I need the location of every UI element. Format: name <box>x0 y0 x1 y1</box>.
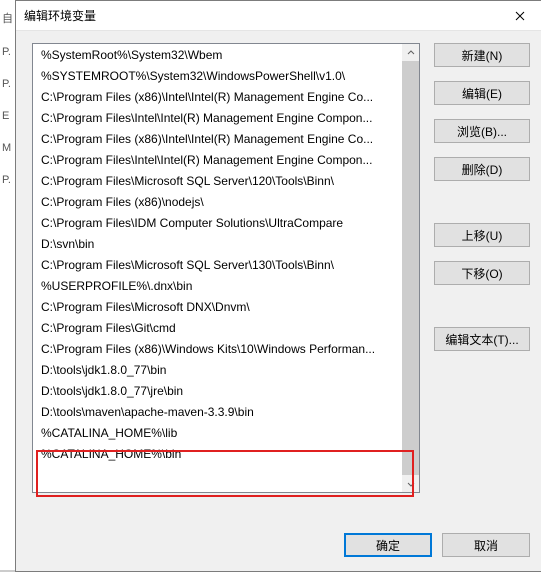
list-item[interactable]: C:\Program Files (x86)\Intel\Intel(R) Ma… <box>33 87 402 108</box>
browse-button[interactable]: 浏览(B)... <box>434 119 530 143</box>
new-button[interactable]: 新建(N) <box>434 43 530 67</box>
dialog-body: %SystemRoot%\System32\Wbem%SYSTEMROOT%\S… <box>16 31 541 543</box>
close-icon <box>515 11 525 21</box>
list-item[interactable]: C:\Program Files\Microsoft DNX\Dnvm\ <box>33 297 402 318</box>
delete-button[interactable]: 删除(D) <box>434 157 530 181</box>
scroll-down-button[interactable] <box>402 475 419 492</box>
scroll-thumb[interactable] <box>402 61 419 475</box>
list-item[interactable]: C:\Program Files\Intel\Intel(R) Manageme… <box>33 150 402 171</box>
list-item[interactable]: C:\Program Files\Microsoft SQL Server\13… <box>33 255 402 276</box>
list-item[interactable]: %SYSTEMROOT%\System32\WindowsPowerShell\… <box>33 66 402 87</box>
list-item[interactable]: C:\Program Files\Intel\Intel(R) Manageme… <box>33 108 402 129</box>
move-up-button[interactable]: 上移(U) <box>434 223 530 247</box>
ok-button[interactable]: 确定 <box>344 533 432 557</box>
edit-text-button[interactable]: 编辑文本(T)... <box>434 327 530 351</box>
list-item[interactable]: C:\Program Files\Microsoft SQL Server\12… <box>33 171 402 192</box>
dialog-window: 编辑环境变量 %SystemRoot%\System32\Wbem%SYSTEM… <box>15 0 541 572</box>
cancel-button[interactable]: 取消 <box>442 533 530 557</box>
list-item[interactable]: D:\tools\maven\apache-maven-3.3.9\bin <box>33 402 402 423</box>
side-buttons: 新建(N) 编辑(E) 浏览(B)... 删除(D) 上移(U) 下移(O) 编… <box>434 43 530 493</box>
chevron-down-icon <box>407 480 415 488</box>
footer: 确定 取消 <box>344 533 530 557</box>
list-item[interactable]: D:\svn\bin <box>33 234 402 255</box>
close-button[interactable] <box>497 1 541 31</box>
scroll-up-button[interactable] <box>402 44 419 61</box>
list-item[interactable]: C:\Program Files\IDM Computer Solutions\… <box>33 213 402 234</box>
list-item[interactable]: C:\Program Files\Git\cmd <box>33 318 402 339</box>
titlebar: 编辑环境变量 <box>16 1 541 31</box>
path-listbox[interactable]: %SystemRoot%\System32\Wbem%SYSTEMROOT%\S… <box>32 43 420 493</box>
list-item[interactable]: C:\Program Files (x86)\Windows Kits\10\W… <box>33 339 402 360</box>
chevron-up-icon <box>407 49 415 57</box>
list-item[interactable]: D:\tools\jdk1.8.0_77\bin <box>33 360 402 381</box>
background-window-edge: 自P.P.EMP. <box>0 0 15 570</box>
list-item[interactable]: D:\tools\jdk1.8.0_77\jre\bin <box>33 381 402 402</box>
edit-button[interactable]: 编辑(E) <box>434 81 530 105</box>
list-inner: %SystemRoot%\System32\Wbem%SYSTEMROOT%\S… <box>33 44 402 492</box>
list-item[interactable]: C:\Program Files (x86)\nodejs\ <box>33 192 402 213</box>
list-item[interactable]: %USERPROFILE%\.dnx\bin <box>33 276 402 297</box>
move-down-button[interactable]: 下移(O) <box>434 261 530 285</box>
list-item[interactable]: %CATALINA_HOME%\bin <box>33 444 402 465</box>
list-item[interactable]: %CATALINA_HOME%\lib <box>33 423 402 444</box>
list-item[interactable]: C:\Program Files (x86)\Intel\Intel(R) Ma… <box>33 129 402 150</box>
window-title: 编辑环境变量 <box>24 7 96 24</box>
list-item[interactable]: %SystemRoot%\System32\Wbem <box>33 45 402 66</box>
scroll-track[interactable] <box>402 61 419 475</box>
scrollbar[interactable] <box>402 44 419 492</box>
